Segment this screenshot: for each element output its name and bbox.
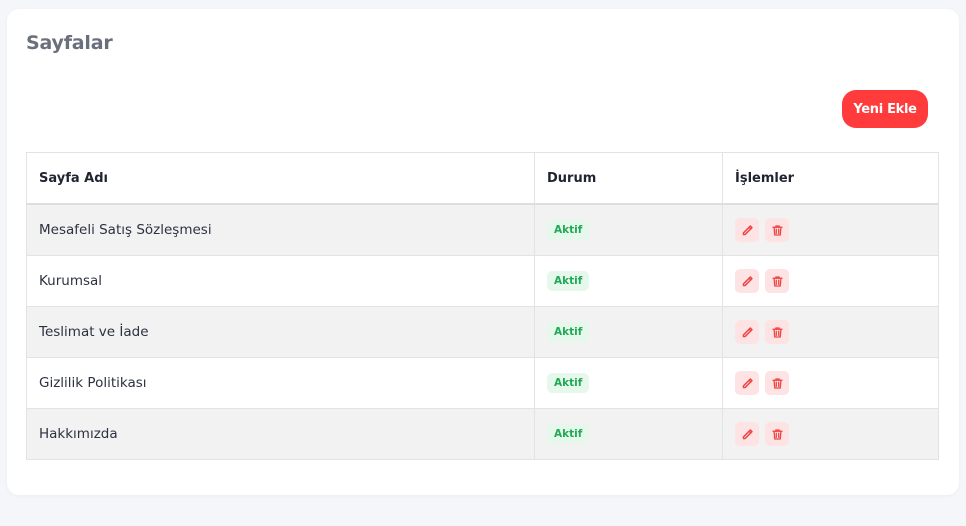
page-name-cell: Mesafeli Satış Sözleşmesi xyxy=(26,203,535,256)
page-title: Sayfalar xyxy=(26,32,113,54)
edit-button[interactable] xyxy=(735,371,759,395)
pencil-icon xyxy=(741,224,754,237)
header-actions: İşlemler xyxy=(722,152,939,205)
delete-button[interactable] xyxy=(765,218,789,242)
status-badge: Aktif xyxy=(547,322,590,342)
actions-cell xyxy=(722,255,939,307)
trash-icon xyxy=(771,326,784,339)
pages-card: Sayfalar Yeni Ekle Sayfa Adı Durum İşlem… xyxy=(7,9,959,495)
pencil-icon xyxy=(741,326,754,339)
table-row: Mesafeli Satış Sözleşmesi Aktif xyxy=(26,203,939,256)
status-badge: Aktif xyxy=(547,373,590,393)
table-header-row: Sayfa Adı Durum İşlemler xyxy=(26,152,939,205)
status-cell: Aktif xyxy=(534,306,723,358)
row-actions xyxy=(735,422,926,446)
actions-cell xyxy=(722,306,939,358)
actions-cell xyxy=(722,357,939,409)
page-name-cell: Teslimat ve İade xyxy=(26,306,535,358)
table-row: Gizlilik Politikası Aktif xyxy=(26,357,939,409)
status-cell: Aktif xyxy=(534,408,723,460)
row-actions xyxy=(735,320,926,344)
trash-icon xyxy=(771,377,784,390)
table-row: Teslimat ve İade Aktif xyxy=(26,306,939,358)
delete-button[interactable] xyxy=(765,269,789,293)
pencil-icon xyxy=(741,275,754,288)
row-actions xyxy=(735,218,926,242)
pencil-icon xyxy=(741,377,754,390)
actions-cell xyxy=(722,203,939,256)
table-body: Mesafeli Satış Sözleşmesi Aktif Kurumsal Ak… xyxy=(26,203,939,460)
pencil-icon xyxy=(741,428,754,441)
delete-button[interactable] xyxy=(765,422,789,446)
edit-button[interactable] xyxy=(735,320,759,344)
status-cell: Aktif xyxy=(534,357,723,409)
status-badge: Aktif xyxy=(547,424,590,444)
delete-button[interactable] xyxy=(765,320,789,344)
pages-table: Sayfa Adı Durum İşlemler Mesafeli Satış … xyxy=(26,152,939,460)
table-row: Kurumsal Aktif xyxy=(26,255,939,307)
edit-button[interactable] xyxy=(735,218,759,242)
page-name-cell: Kurumsal xyxy=(26,255,535,307)
header-page-name: Sayfa Adı xyxy=(26,152,535,205)
edit-button[interactable] xyxy=(735,422,759,446)
status-badge: Aktif xyxy=(547,271,590,291)
status-cell: Aktif xyxy=(534,255,723,307)
row-actions xyxy=(735,371,926,395)
delete-button[interactable] xyxy=(765,371,789,395)
row-actions xyxy=(735,269,926,293)
status-badge: Aktif xyxy=(547,220,590,240)
actions-cell xyxy=(722,408,939,460)
page-name-cell: Hakkımızda xyxy=(26,408,535,460)
header-status: Durum xyxy=(534,152,723,205)
add-new-button[interactable]: Yeni Ekle xyxy=(842,90,928,128)
page-name-cell: Gizlilik Politikası xyxy=(26,357,535,409)
trash-icon xyxy=(771,428,784,441)
trash-icon xyxy=(771,275,784,288)
edit-button[interactable] xyxy=(735,269,759,293)
table-row: Hakkımızda Aktif xyxy=(26,408,939,460)
status-cell: Aktif xyxy=(534,203,723,256)
trash-icon xyxy=(771,224,784,237)
